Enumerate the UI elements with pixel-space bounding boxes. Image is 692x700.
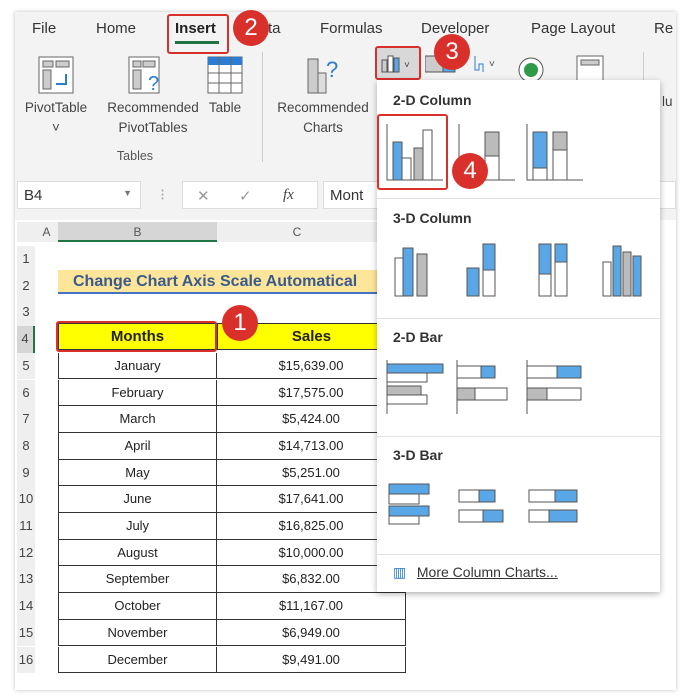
svg-text:?: ? — [326, 57, 338, 82]
tab-file[interactable]: File — [32, 20, 56, 37]
divider-dots: ⁝ — [160, 187, 166, 204]
formula-buttons: ✕ ✓ fx — [182, 181, 318, 209]
selected-cell-highlight — [56, 321, 217, 352]
name-box[interactable]: B4 ▼ — [17, 181, 141, 209]
section-2d-bar: 2-D Bar — [393, 329, 443, 345]
row-header[interactable]: 12 — [17, 539, 35, 567]
month-cell[interactable]: April — [58, 432, 217, 460]
recommended-pivottables-icon[interactable]: ? — [128, 56, 164, 94]
month-cell[interactable]: October — [58, 593, 217, 620]
ribbon-cut-label: lu — [662, 94, 673, 109]
name-box-value: B4 — [24, 187, 43, 204]
pivottable-icon[interactable] — [38, 56, 74, 94]
3d-column-options[interactable] — [385, 238, 655, 300]
month-cell[interactable]: January — [58, 352, 217, 380]
recommended-charts-icon[interactable]: ? — [302, 55, 346, 95]
tables-group-label: Tables — [116, 149, 154, 163]
group-divider — [262, 52, 263, 162]
column-chart-icon: ▥ — [393, 564, 407, 580]
column-header-a[interactable]: A — [35, 222, 58, 242]
divider — [377, 318, 660, 319]
row-header[interactable]: 14 — [17, 593, 35, 620]
pivottable-label: PivotTable — [24, 100, 88, 115]
more-column-charts-label: More Column Charts... — [416, 564, 558, 580]
row-header[interactable]: 3 — [17, 299, 35, 327]
3d-bar-options[interactable] — [385, 476, 585, 538]
divider — [377, 198, 660, 199]
tab-review[interactable]: Re — [654, 20, 673, 37]
month-cell[interactable]: December — [58, 646, 217, 674]
recommended-pivottables-button[interactable]: Recommended PivotTables — [106, 98, 200, 138]
month-cell[interactable]: September — [58, 566, 217, 594]
sheet-title: Change Chart Axis Scale Automatical — [58, 270, 378, 294]
column-chart-highlight — [375, 46, 421, 80]
sales-cell[interactable]: $6,949.00 — [217, 619, 406, 647]
column-header-c[interactable]: C — [217, 222, 377, 242]
step-badge-1: 1 — [222, 305, 258, 341]
recommended-charts-label: Recommended — [277, 100, 369, 115]
row-header[interactable]: 7 — [17, 406, 35, 433]
section-3d-column: 3-D Column — [393, 210, 472, 226]
chevron-down-icon: ˅ — [52, 120, 60, 135]
month-cell[interactable]: February — [58, 379, 217, 407]
month-cell[interactable]: March — [58, 406, 217, 433]
2d-bar-options[interactable] — [385, 358, 585, 418]
step-badge-4: 4 — [452, 153, 488, 189]
formula-content: Mont — [330, 187, 364, 204]
divider — [377, 554, 660, 555]
table-button[interactable]: Table — [202, 98, 248, 118]
tab-formulas[interactable]: Formulas — [320, 20, 383, 37]
row-header[interactable]: 6 — [17, 379, 35, 407]
100-stacked-column-option[interactable] — [523, 116, 589, 188]
tab-home[interactable]: Home — [96, 20, 136, 37]
recommended-pivottables-label: Recommended — [107, 100, 199, 115]
month-cell[interactable]: August — [58, 539, 217, 567]
tab-page-layout[interactable]: Page Layout — [531, 20, 615, 37]
section-2d-column: 2-D Column — [393, 92, 472, 108]
row-header[interactable]: 4 — [17, 326, 35, 353]
enter-icon[interactable]: ✓ — [239, 187, 252, 205]
row-header[interactable]: 11 — [17, 513, 35, 540]
section-3d-bar: 3-D Bar — [393, 447, 443, 463]
row-header[interactable]: 1 — [17, 246, 35, 273]
column-header-b[interactable]: B — [58, 222, 217, 242]
step-badge-3: 3 — [434, 34, 470, 70]
insert-function-icon[interactable]: fx — [283, 187, 294, 204]
recommended-charts-button[interactable]: Recommended Charts — [270, 98, 376, 138]
recommended-charts-label-2: Charts — [303, 120, 343, 135]
more-column-charts-link[interactable]: ▥ More Column Charts... — [393, 564, 558, 581]
tab-data[interactable]: ta — [268, 20, 281, 37]
svg-text:˅: ˅ — [489, 59, 495, 70]
row-header[interactable]: 15 — [17, 619, 35, 647]
row-header[interactable]: 16 — [17, 646, 35, 674]
row-header[interactable]: 5 — [17, 352, 35, 380]
sales-cell[interactable]: $11,167.00 — [217, 593, 406, 620]
recommended-pivottables-label-2: PivotTables — [118, 120, 188, 135]
row-header[interactable]: 10 — [17, 486, 35, 513]
pivottable-button[interactable]: PivotTable ˅ — [20, 98, 92, 138]
step-badge-2: 2 — [233, 10, 269, 46]
clustered-column-highlight — [377, 114, 448, 190]
month-cell[interactable]: July — [58, 513, 217, 540]
svg-text:?: ? — [148, 73, 159, 94]
row-header[interactable]: 8 — [17, 432, 35, 460]
select-all[interactable] — [17, 222, 35, 242]
insert-tab-highlight — [167, 14, 229, 54]
chevron-down-icon[interactable]: ▼ — [123, 188, 132, 198]
cancel-icon[interactable]: ✕ — [197, 187, 210, 205]
month-cell[interactable]: November — [58, 619, 217, 647]
row-header[interactable]: 9 — [17, 459, 35, 487]
month-cell[interactable]: May — [58, 459, 217, 487]
row-header[interactable]: 2 — [17, 272, 35, 300]
month-cell[interactable]: June — [58, 486, 217, 513]
table-icon[interactable] — [207, 56, 243, 94]
sales-cell[interactable]: $9,491.00 — [217, 646, 406, 674]
divider — [377, 436, 660, 437]
row-header[interactable]: 13 — [17, 566, 35, 594]
